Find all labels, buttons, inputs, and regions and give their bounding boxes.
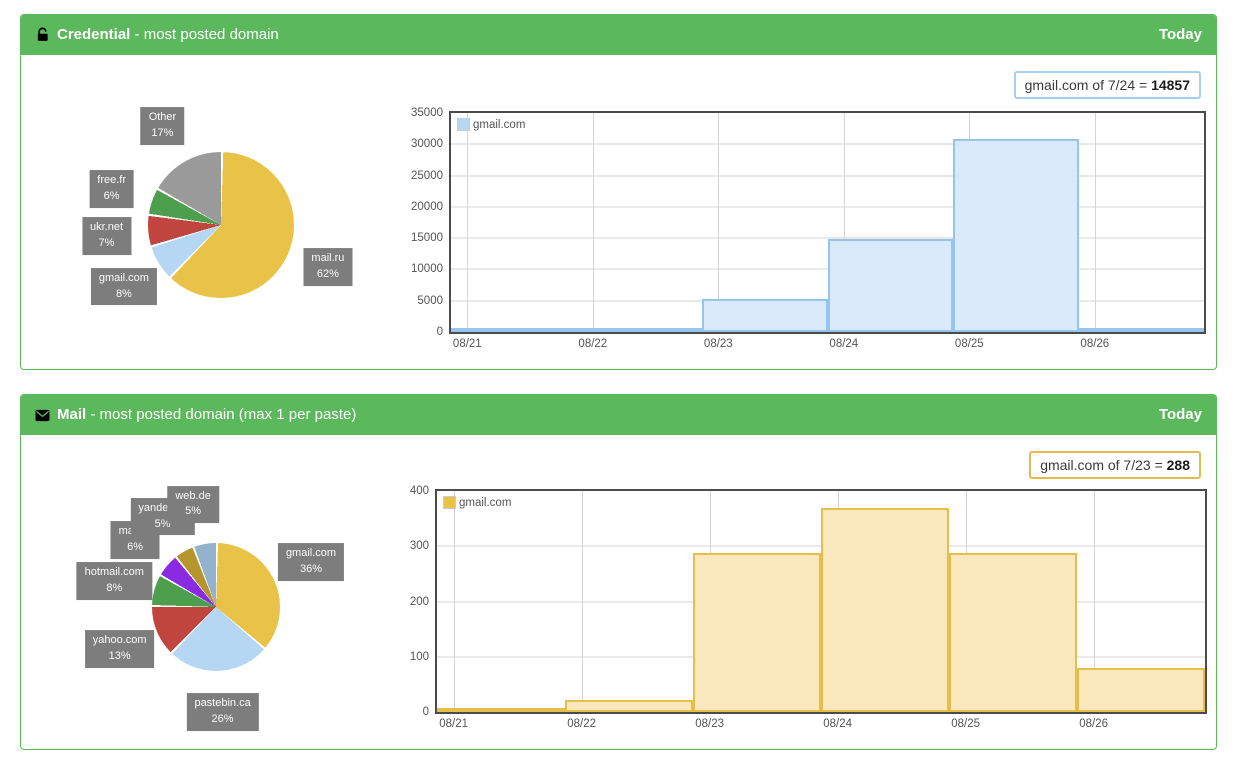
x-axis-tick-label: 08/24 [823, 718, 852, 730]
y-axis-tick-label: 0 [395, 326, 443, 338]
bar[interactable] [702, 299, 828, 332]
legend-swatch [457, 118, 470, 131]
x-axis-tick-label: 08/26 [1079, 718, 1108, 730]
x-axis-tick-label: 08/25 [955, 338, 984, 350]
today-label: Today [1159, 15, 1202, 55]
x-axis-tick-label: 08/25 [951, 718, 980, 730]
y-axis-tick-label: 5000 [395, 295, 443, 307]
today-label: Today [1159, 395, 1202, 435]
vertical-gridline [1095, 113, 1096, 332]
unlock-icon [35, 18, 50, 58]
credential-panel: Credential - most posted domain Today gm… [20, 14, 1217, 370]
credential-panel-header: Credential - most posted domain Today [21, 15, 1216, 55]
chart-legend: gmail.com [457, 118, 525, 131]
vertical-gridline [454, 491, 455, 712]
bar[interactable] [953, 139, 1079, 332]
mail-panel: Mail - most posted domain (max 1 per pas… [20, 394, 1217, 750]
pie-slice-label: mail.ru62% [303, 248, 352, 286]
pie-slice-label: Other17% [141, 107, 185, 145]
bar[interactable] [1077, 668, 1205, 712]
tooltip-text: gmail.com of 7/24 = [1025, 77, 1151, 93]
credential-panel-body: gmail.com of 7/24 = 14857 mail.ru62% gmai… [21, 55, 1216, 368]
tooltip-value: 288 [1167, 457, 1190, 473]
x-axis-tick-label: 08/23 [695, 718, 724, 730]
vertical-gridline [467, 113, 468, 332]
y-axis-tick-label: 0 [381, 706, 429, 718]
x-axis-tick-label: 08/21 [453, 338, 482, 350]
mail-value-tooltip: gmail.com of 7/23 = 288 [1029, 451, 1201, 479]
vertical-gridline [582, 491, 583, 712]
tooltip-text: gmail.com of 7/23 = [1040, 457, 1166, 473]
mail-pie-chart[interactable]: gmail.com36% pastebin.ca26% yahoo.com13% ho… [21, 435, 431, 748]
y-axis-tick-label: 100 [381, 651, 429, 663]
y-axis-tick-label: 15000 [395, 232, 443, 244]
pie-slice-label: pastebin.ca26% [186, 693, 258, 731]
y-axis-tick-label: 30000 [395, 138, 443, 150]
y-axis-tick-label: 200 [381, 596, 429, 608]
pie-slice-label: web.de5% [167, 486, 218, 524]
horizontal-gridline [451, 144, 1204, 145]
chart-legend: gmail.com [443, 496, 511, 509]
tooltip-value: 14857 [1151, 77, 1190, 93]
x-axis-tick-label: 08/26 [1080, 338, 1109, 350]
pie-circle[interactable] [148, 152, 294, 298]
bar[interactable] [828, 239, 954, 332]
bar[interactable] [949, 553, 1077, 712]
mail-bar-chart[interactable]: 010020030040008/2108/2208/2308/2408/2508… [435, 489, 1207, 714]
pie-circle[interactable] [152, 543, 280, 671]
bar[interactable] [565, 700, 693, 712]
pie-slice-label: ukr.net7% [82, 217, 131, 255]
credential-bar-chart[interactable]: 0500010000150002000025000300003500008/21… [449, 111, 1206, 334]
x-axis-tick-label: 08/22 [567, 718, 596, 730]
credential-pie-chart[interactable]: mail.ru62% gmail.com8% ukr.net7% free.fr6%O… [21, 55, 431, 368]
pie-slice-label: hotmail.com8% [77, 562, 152, 600]
x-axis-tick-label: 08/24 [829, 338, 858, 350]
bar[interactable] [451, 328, 577, 332]
y-axis-tick-label: 300 [381, 540, 429, 552]
mail-panel-header: Mail - most posted domain (max 1 per pas… [21, 395, 1216, 435]
x-axis-tick-label: 08/21 [439, 718, 468, 730]
x-axis-tick-label: 08/23 [704, 338, 733, 350]
credential-value-tooltip: gmail.com of 7/24 = 14857 [1014, 71, 1201, 99]
y-axis-tick-label: 25000 [395, 170, 443, 182]
bar[interactable] [577, 328, 703, 332]
legend-label: gmail.com [459, 497, 511, 509]
panel-subtitle: - most posted domain [135, 26, 279, 43]
pie-slice-label: free.fr6% [89, 171, 134, 209]
pie-slice-label: gmail.com36% [278, 543, 344, 581]
legend-label: gmail.com [473, 119, 525, 131]
bar[interactable] [1079, 328, 1205, 332]
mail-panel-body: gmail.com of 7/23 = 288 gmail.com36% past… [21, 435, 1216, 748]
horizontal-gridline [451, 206, 1204, 207]
pie-slice-label: yahoo.com13% [85, 630, 155, 668]
mail-icon [35, 398, 50, 438]
panel-title: Credential [57, 26, 130, 43]
bar[interactable] [821, 508, 949, 712]
vertical-gridline [593, 113, 594, 332]
y-axis-tick-label: 20000 [395, 201, 443, 213]
horizontal-gridline [451, 175, 1204, 176]
legend-swatch [443, 496, 456, 509]
bar[interactable] [693, 553, 821, 712]
y-axis-tick-label: 35000 [395, 107, 443, 119]
y-axis-tick-label: 400 [381, 485, 429, 497]
bar[interactable] [437, 708, 565, 712]
panel-title: Mail [57, 406, 86, 423]
panel-subtitle: - most posted domain (max 1 per paste) [90, 406, 356, 423]
pie-slice-label: gmail.com8% [91, 268, 157, 306]
x-axis-tick-label: 08/22 [578, 338, 607, 350]
y-axis-tick-label: 10000 [395, 263, 443, 275]
